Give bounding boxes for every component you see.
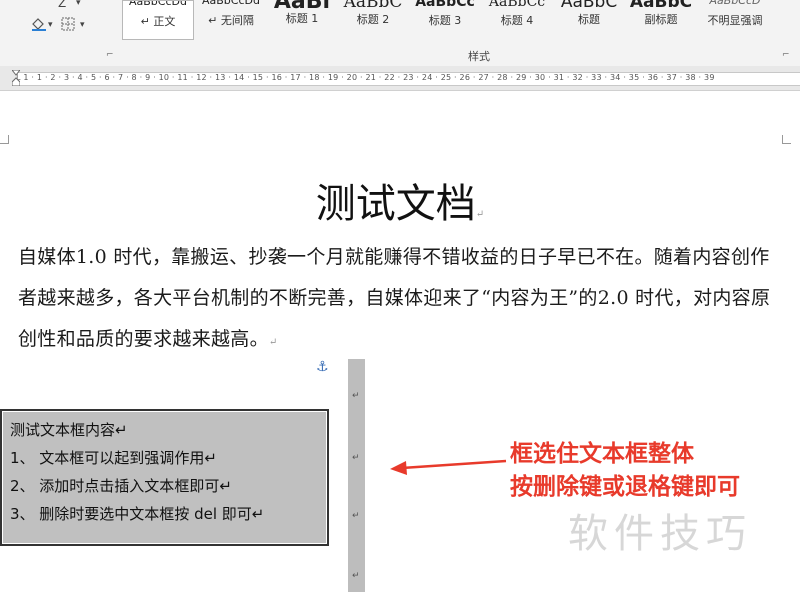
- style-label: ↵ 正文: [140, 15, 176, 28]
- style-subtitle[interactable]: AaBbC 副标题: [626, 0, 696, 40]
- style-label: 标题 2: [356, 13, 390, 26]
- textbox-line: 测试文本框内容↵: [10, 421, 128, 439]
- body-text: 自媒体1.0 时代，靠搬运、抄袭一个月就能赚得不错收益的日子早已不在。随着内容创…: [18, 246, 771, 350]
- borders-icon[interactable]: [60, 16, 76, 34]
- document-page[interactable]: 测试文档↵ 自媒体1.0 时代，靠搬运、抄袭一个月就能赚得不错收益的日子早已不在…: [0, 91, 800, 597]
- styles-group-launcher-icon[interactable]: ⌐: [782, 50, 790, 60]
- paint-dropdown-icon[interactable]: ▾: [48, 16, 53, 34]
- text-box[interactable]: 测试文本框内容↵ 1、 文本框可以起到强调作用↵ 2、 添加时点击插入文本框即可…: [0, 409, 329, 546]
- callout-line: 框选住文本框整体: [510, 441, 694, 467]
- style-sample: AaBbC: [343, 0, 403, 12]
- annotation-callout: 框选住文本框整体 按删除键或退格键即可: [510, 438, 740, 504]
- font-group-launcher-icon[interactable]: ⌐: [106, 50, 114, 60]
- style-label: 标题 1: [285, 12, 319, 25]
- crop-mark-right: [782, 135, 791, 144]
- callout-line: 按删除键或退格键即可: [510, 474, 740, 500]
- style-no-spacing[interactable]: AaBbCcDd ↵ 无间隔: [196, 0, 266, 40]
- ruler-numbers: L 1 · 1 · 2 · 3 · 4 · 5 · 6 · 7 · 8 · 9 …: [16, 73, 715, 82]
- style-sample: AaBl: [273, 0, 331, 14]
- style-label: 标题: [578, 13, 600, 26]
- style-sample: AaBbCcDd: [202, 0, 260, 7]
- style-heading-1[interactable]: AaBl 标题 1: [268, 0, 336, 40]
- title-text: 测试文档: [315, 181, 476, 227]
- paragraph-mark: ↵: [268, 337, 278, 348]
- style-sample: AaBbCcD: [709, 0, 761, 7]
- document-title[interactable]: 测试文档↵: [0, 171, 800, 229]
- styles-group-label: 样式: [468, 50, 490, 63]
- style-sample: AaBbCc: [488, 0, 546, 10]
- sort-dropdown-icon[interactable]: ▾: [76, 0, 81, 12]
- body-paragraph[interactable]: 自媒体1.0 时代，靠搬运、抄袭一个月就能赚得不错收益的日子早已不在。随着内容创…: [18, 237, 788, 363]
- font-tools-group: Z ▾ ▾ ▾: [0, 0, 118, 66]
- style-sample: AaBbCc: [415, 0, 475, 10]
- anchor-icon[interactable]: ⚓: [316, 359, 329, 375]
- style-normal[interactable]: AaBbCcDd ↵ 正文: [122, 0, 194, 40]
- style-label: 副标题: [644, 13, 678, 26]
- textbox-line: 3、 删除时要选中文本框按 del 即可↵: [10, 505, 265, 523]
- style-sample: AaBbC: [560, 0, 618, 12]
- paragraph-mark: ↵: [352, 511, 360, 521]
- sort-icon[interactable]: Z: [58, 0, 66, 12]
- crop-mark-left: [0, 135, 9, 144]
- textbox-line: 1、 文本框可以起到强调作用↵: [10, 449, 217, 467]
- paragraph-mark: ↵: [352, 453, 360, 463]
- style-sample: AaBbCcDd: [129, 0, 187, 8]
- paragraph-mark: ↵: [352, 391, 360, 401]
- style-heading-3[interactable]: AaBbCc 标题 3: [410, 0, 480, 40]
- paragraph-mark: ↵: [352, 571, 360, 581]
- borders-dropdown-icon[interactable]: ▾: [80, 16, 85, 34]
- callout-arrow: [390, 459, 507, 475]
- style-label: 标题 4: [500, 14, 534, 27]
- style-label: 标题 3: [428, 14, 462, 27]
- ribbon: Z ▾ ▾ ▾ AaBbCcDd ↵ 正文 AaBbCcDd ↵ 无间隔 AaB…: [0, 0, 800, 67]
- style-label: ↵ 无间隔: [208, 14, 254, 27]
- watermark-text: 软件技巧: [568, 511, 752, 557]
- paint-bucket-icon[interactable]: [30, 16, 48, 34]
- textbox-line: 2、 添加时点击插入文本框即可↵: [10, 477, 232, 495]
- style-heading-4[interactable]: AaBbCc 标题 4: [482, 0, 552, 40]
- style-label: 不明显强调: [707, 14, 763, 27]
- style-title[interactable]: AaBbC 标题: [554, 0, 624, 40]
- style-heading-2[interactable]: AaBbC 标题 2: [338, 0, 408, 40]
- style-subtle-emphasis[interactable]: AaBbCcD 不明显强调: [698, 0, 772, 40]
- styles-gallery: AaBbCcDd ↵ 正文 AaBbCcDd ↵ 无间隔 AaBl 标题 1 A…: [122, 0, 800, 42]
- indent-marker-icon[interactable]: [10, 69, 22, 87]
- style-sample: AaBbC: [629, 0, 693, 12]
- horizontal-ruler[interactable]: L 1 · 1 · 2 · 3 · 4 · 5 · 6 · 7 · 8 · 9 …: [0, 66, 800, 91]
- paragraph-mark: ↵: [475, 209, 485, 220]
